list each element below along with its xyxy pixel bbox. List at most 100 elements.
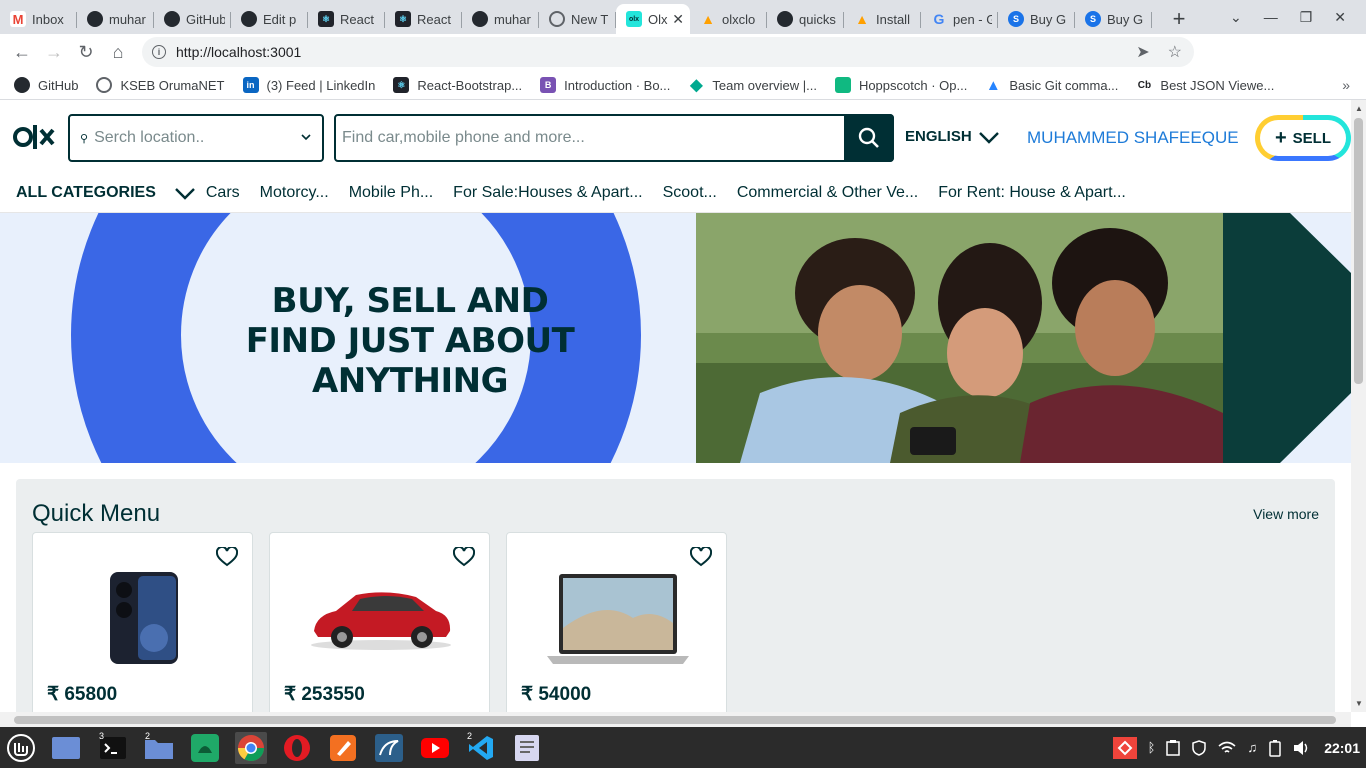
scroll-down-icon[interactable]: ▼ bbox=[1355, 699, 1363, 708]
system-clock[interactable]: 22:01 bbox=[1324, 740, 1360, 756]
youtube-icon[interactable] bbox=[419, 732, 451, 764]
terminal-icon[interactable]: 3 bbox=[97, 731, 129, 764]
category-commercial-vehicles[interactable]: Commercial & Other Ve... bbox=[737, 184, 918, 202]
battery-icon[interactable] bbox=[1268, 739, 1282, 757]
github-icon bbox=[472, 11, 488, 27]
react-icon: ⚛ bbox=[318, 11, 334, 27]
product-card[interactable]: ₹ 253550 bbox=[269, 532, 490, 712]
anydesk-icon[interactable] bbox=[1112, 736, 1137, 759]
tab-buy-2[interactable]: S Buy G bbox=[1075, 4, 1152, 34]
category-cars[interactable]: Cars bbox=[206, 184, 240, 202]
category-houses-rent[interactable]: For Rent: House & Apart... bbox=[938, 184, 1126, 202]
app-green-icon[interactable] bbox=[189, 732, 221, 764]
vscode-icon[interactable]: 2 bbox=[465, 731, 497, 764]
all-categories-label: ALL CATEGORIES bbox=[16, 184, 156, 201]
olx-logo[interactable] bbox=[13, 122, 57, 157]
horizontal-scrollbar[interactable] bbox=[0, 712, 1351, 727]
bookmark-label: (3) Feed | LinkedIn bbox=[266, 77, 376, 93]
system-tray: ᛒ ♫ 22:01 bbox=[1112, 727, 1366, 768]
tab-olx-active[interactable]: olx Olx ✕ bbox=[616, 4, 690, 34]
username-link[interactable]: MUHAMMED SHAFEEQUE bbox=[1027, 128, 1239, 148]
scroll-up-icon[interactable]: ▲ bbox=[1355, 104, 1363, 113]
bookmark-kseb[interactable]: KSEB OrumaNET bbox=[96, 77, 225, 93]
tab-search-icon[interactable]: ⌄ bbox=[1230, 9, 1242, 26]
mint-menu-icon[interactable] bbox=[5, 732, 37, 764]
bookmark-hoppscotch[interactable]: Hoppscotch · Op... bbox=[834, 77, 967, 93]
close-tab-icon[interactable]: ✕ bbox=[672, 11, 684, 28]
music-note-icon[interactable]: ♫ bbox=[1247, 740, 1257, 755]
react-icon: ⚛ bbox=[395, 11, 411, 27]
mysql-workbench-icon[interactable] bbox=[373, 732, 405, 764]
chrome-icon[interactable] bbox=[235, 732, 267, 764]
text-editor-icon[interactable] bbox=[511, 732, 543, 764]
clipboard-icon[interactable] bbox=[1166, 739, 1181, 756]
category-scooters[interactable]: Scoot... bbox=[663, 184, 717, 202]
github-icon bbox=[14, 77, 30, 93]
location-select[interactable]: ⚲ Serch location.. bbox=[68, 114, 324, 162]
more-bookmarks-icon[interactable]: » bbox=[1342, 77, 1350, 93]
tab-new-tab[interactable]: New T bbox=[539, 4, 616, 34]
scrollbar-thumb[interactable] bbox=[1354, 118, 1363, 384]
tab-react-1[interactable]: ⚛ React bbox=[308, 4, 385, 34]
url-text: http://localhost:3001 bbox=[176, 44, 302, 60]
tab-firebase-2[interactable]: ▲ Install bbox=[844, 4, 921, 34]
close-window-icon[interactable]: ✕ bbox=[1334, 9, 1346, 26]
category-houses-sale[interactable]: For Sale:Houses & Apart... bbox=[453, 184, 642, 202]
tab-github-1[interactable]: muhar bbox=[77, 4, 154, 34]
bookmark-json[interactable]: Cb Best JSON Viewe... bbox=[1136, 77, 1275, 93]
language-selector[interactable]: ENGLISH bbox=[905, 128, 1000, 145]
product-card[interactable]: ₹ 54000 bbox=[506, 532, 727, 712]
reload-icon[interactable]: ↻ bbox=[70, 37, 102, 69]
bluetooth-icon[interactable]: ᛒ bbox=[1148, 740, 1156, 755]
tab-react-2[interactable]: ⚛ React bbox=[385, 4, 462, 34]
tab-title: React bbox=[340, 11, 374, 27]
tab-google-search[interactable]: G pen - G bbox=[921, 4, 998, 34]
bookmark-star-icon[interactable]: ☆ bbox=[1168, 42, 1182, 62]
show-desktop-icon[interactable] bbox=[50, 732, 82, 764]
minimize-icon[interactable]: — bbox=[1264, 9, 1278, 25]
all-categories-button[interactable]: ALL CATEGORIES bbox=[16, 184, 196, 202]
banner-line: FIND JUST ABOUT bbox=[245, 321, 575, 361]
tab-github-5[interactable]: quicks bbox=[767, 4, 844, 34]
maximize-icon[interactable]: ❐ bbox=[1300, 9, 1313, 26]
site-info-icon[interactable]: i bbox=[152, 45, 166, 59]
tab-title: pen - G bbox=[953, 11, 992, 27]
tab-github-3[interactable]: Edit p bbox=[231, 4, 308, 34]
bookmark-team[interactable]: ◆ Team overview |... bbox=[688, 77, 817, 94]
tab-title: Buy G bbox=[1107, 11, 1144, 27]
tab-github-4[interactable]: muhar bbox=[462, 4, 539, 34]
new-tab-button[interactable]: + bbox=[1164, 4, 1194, 34]
vertical-scrollbar[interactable]: ▲ ▼ bbox=[1351, 100, 1366, 712]
bookmark-linkedin[interactable]: in (3) Feed | LinkedIn bbox=[242, 77, 376, 93]
category-motorcycles[interactable]: Motorcy... bbox=[260, 184, 329, 202]
home-icon[interactable]: ⌂ bbox=[102, 37, 134, 69]
bookmark-github[interactable]: GitHub bbox=[14, 77, 78, 93]
forward-icon[interactable]: → bbox=[38, 37, 70, 69]
send-icon[interactable]: ➤ bbox=[1136, 42, 1149, 62]
view-more-link[interactable]: View more bbox=[1253, 506, 1319, 522]
tab-buy-1[interactable]: S Buy G bbox=[998, 4, 1075, 34]
opera-icon[interactable] bbox=[281, 732, 313, 764]
scrollbar-thumb[interactable] bbox=[14, 716, 1336, 724]
quick-menu-title: Quick Menu bbox=[32, 500, 161, 527]
search-button[interactable] bbox=[844, 114, 894, 162]
shield-icon[interactable] bbox=[1191, 739, 1207, 756]
tab-firebase-1[interactable]: ▲ olxclo bbox=[690, 4, 767, 34]
bookmark-react-bootstrap[interactable]: ⚛ React-Bootstrap... bbox=[393, 77, 522, 93]
pen-tool-icon[interactable] bbox=[327, 732, 359, 764]
files-icon[interactable]: 2 bbox=[143, 731, 175, 764]
search-input[interactable]: Find car,mobile phone and more... bbox=[334, 114, 894, 162]
bookmark-git[interactable]: ▲ Basic Git comma... bbox=[985, 77, 1119, 94]
product-card[interactable]: ₹ 65800 bbox=[32, 532, 253, 712]
bookmark-label: Best JSON Viewe... bbox=[1160, 77, 1275, 93]
tab-gmail[interactable]: M Inbox bbox=[0, 4, 77, 34]
address-bar[interactable]: i http://localhost:3001 ➤ ☆ bbox=[142, 37, 1194, 67]
volume-icon[interactable] bbox=[1293, 740, 1311, 756]
category-mobile-phones[interactable]: Mobile Ph... bbox=[349, 184, 433, 202]
back-icon[interactable]: ← bbox=[6, 37, 38, 69]
phone-image bbox=[33, 563, 254, 673]
bookmark-bootstrap[interactable]: B Introduction · Bo... bbox=[540, 77, 670, 93]
tab-github-2[interactable]: GitHub bbox=[154, 4, 231, 34]
sell-button[interactable]: + SELL bbox=[1255, 115, 1351, 161]
wifi-icon[interactable] bbox=[1218, 741, 1236, 755]
